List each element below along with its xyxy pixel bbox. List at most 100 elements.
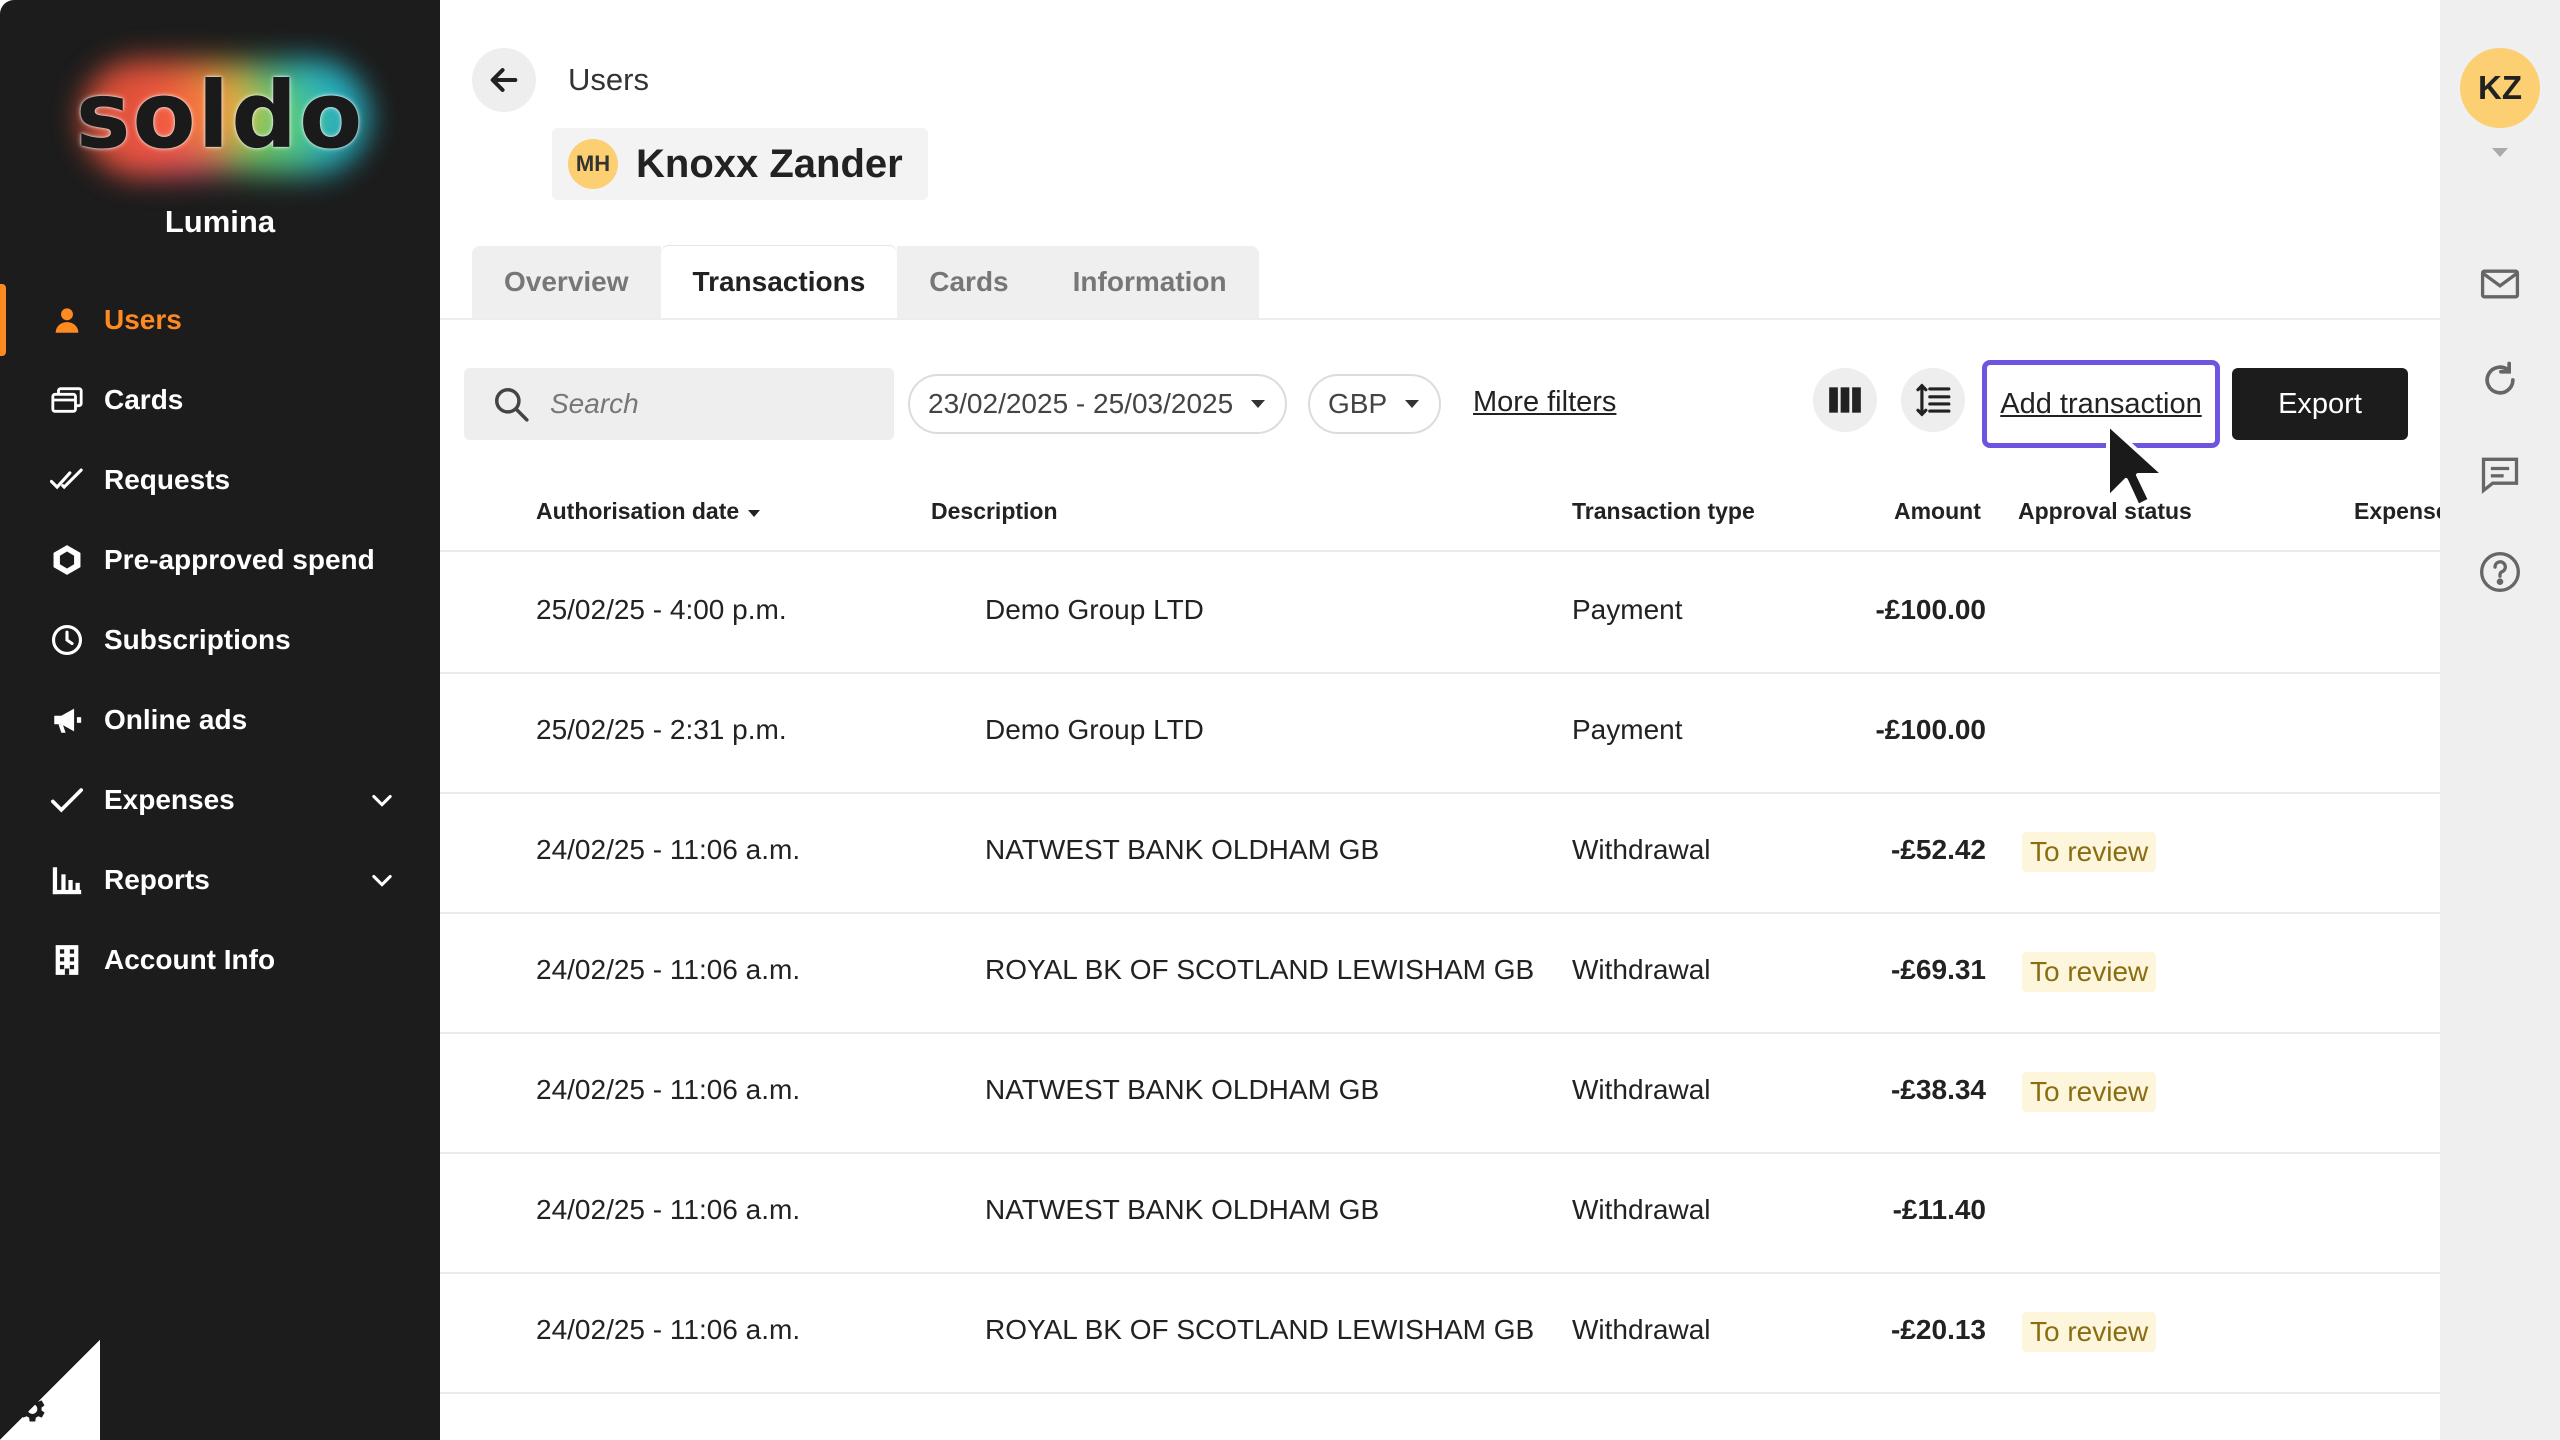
cell-amount: -£20.13 xyxy=(1891,1314,1986,1345)
cards-icon xyxy=(50,383,84,417)
gear-icon[interactable] xyxy=(14,1392,48,1426)
sort-caret-icon xyxy=(748,509,761,517)
right-rail xyxy=(2440,0,2560,1440)
cell-description: ROYAL BK OF SCOTLAND LEWISHAM GB xyxy=(985,1314,1535,1345)
date-range-value: 23/02/2025 - 25/03/2025 xyxy=(928,388,1234,419)
caret-down-icon[interactable] xyxy=(2490,146,2510,158)
tab-overview[interactable]: Overview xyxy=(472,246,661,318)
user-icon xyxy=(50,303,84,337)
row-divider xyxy=(440,912,2440,914)
cell-amount: -£11.40 xyxy=(1892,1194,1986,1225)
sidebar-item-requests[interactable]: Requests xyxy=(0,440,440,520)
column-header-label: Authorisation date xyxy=(536,498,740,524)
column-header-description[interactable]: Description xyxy=(931,498,1058,525)
row-divider xyxy=(440,672,2440,674)
row-divider xyxy=(440,1152,2440,1154)
cell-transaction-type: Withdrawal xyxy=(1572,834,1711,865)
cell-transaction-type: Payment xyxy=(1572,594,1683,625)
breadcrumb[interactable]: Users xyxy=(568,62,649,98)
column-header-amount[interactable]: Amount xyxy=(1894,498,1981,525)
cell-description: Demo Group LTD xyxy=(985,594,1204,625)
sidebar-item-pre-approved-spend[interactable]: Pre-approved spend xyxy=(0,520,440,600)
sidebar-item-cards[interactable]: Cards xyxy=(0,360,440,440)
megaphone-icon xyxy=(50,703,84,737)
cell-amount: -£69.31 xyxy=(1891,954,1986,985)
logo-text: soldo xyxy=(75,61,365,169)
page-title: Knoxx Zander xyxy=(636,141,903,186)
tab-cards[interactable]: Cards xyxy=(897,246,1041,318)
sidebar: soldo Lumina Users Cards Requests Pre-ap xyxy=(0,0,440,1440)
row-divider xyxy=(440,1392,2440,1394)
cell-authorisation-date: 24/02/25 - 11:06 a.m. xyxy=(536,1194,801,1225)
sidebar-item-label: Online ads xyxy=(104,704,248,735)
clock-icon xyxy=(50,623,84,657)
checkmark-icon xyxy=(50,783,84,817)
back-button[interactable] xyxy=(472,48,536,112)
cell-amount: -£100.00 xyxy=(1875,594,1986,625)
chevron-down-icon[interactable] xyxy=(368,786,396,814)
cell-amount: -£38.34 xyxy=(1891,1074,1986,1105)
sidebar-item-users[interactable]: Users xyxy=(0,280,440,360)
sidebar-item-expenses[interactable]: Expenses xyxy=(0,760,440,840)
cell-description: NATWEST BANK OLDHAM GB xyxy=(985,834,1380,865)
cell-amount: -£52.42 xyxy=(1891,834,1986,865)
cell-description: NATWEST BANK OLDHAM GB xyxy=(985,1194,1380,1225)
search-box[interactable] xyxy=(464,368,894,440)
export-button[interactable]: Export xyxy=(2232,368,2408,440)
search-input[interactable] xyxy=(550,388,870,420)
mail-icon[interactable] xyxy=(2478,262,2522,306)
soldo-logo[interactable]: soldo xyxy=(60,50,380,180)
cell-authorisation-date: 24/02/25 - 11:06 a.m. xyxy=(536,954,801,985)
cell-authorisation-date: 25/02/25 - 4:00 p.m. xyxy=(536,594,787,625)
columns-button[interactable] xyxy=(1813,368,1877,432)
status-badge: To review xyxy=(2022,832,2157,872)
sidebar-item-label: Subscriptions xyxy=(104,624,291,655)
caret-down-icon xyxy=(1405,400,1420,408)
column-header-authorisation-date[interactable]: Authorisation date xyxy=(536,498,761,525)
column-header-transaction-type[interactable]: Transaction type xyxy=(1572,498,1755,525)
arrow-left-icon xyxy=(490,68,518,92)
sidebar-item-label: Requests xyxy=(104,464,231,495)
density-button[interactable] xyxy=(1901,368,1965,432)
cell-transaction-type: Withdrawal xyxy=(1572,1314,1711,1345)
sidebar-item-label: Expenses xyxy=(104,784,235,815)
cell-authorisation-date: 24/02/25 - 11:06 a.m. xyxy=(536,1314,801,1345)
help-icon[interactable] xyxy=(2478,550,2522,594)
date-range-select[interactable]: 23/02/2025 - 25/03/2025 xyxy=(908,374,1288,434)
sidebar-item-label: Users xyxy=(104,304,182,335)
user-avatar: MH xyxy=(568,139,618,189)
tab-transactions[interactable]: Transactions xyxy=(660,246,898,318)
sidebar-item-subscriptions[interactable]: Subscriptions xyxy=(0,600,440,680)
currency-select[interactable]: GBP xyxy=(1308,374,1442,434)
cell-authorisation-date: 24/02/25 - 11:06 a.m. xyxy=(536,1074,801,1105)
cell-transaction-type: Withdrawal xyxy=(1572,1194,1711,1225)
chevron-down-icon[interactable] xyxy=(368,866,396,894)
search-icon xyxy=(495,388,529,422)
status-badge: To review xyxy=(2022,1072,2157,1112)
header-divider xyxy=(440,550,2440,552)
cell-transaction-type: Withdrawal xyxy=(1572,1074,1711,1105)
mouse-cursor-icon xyxy=(2106,422,2166,508)
tab-information[interactable]: Information xyxy=(1040,246,1259,318)
avatar[interactable]: KZ xyxy=(2460,48,2540,128)
currency-value: GBP xyxy=(1328,388,1388,419)
sidebar-item-account-info[interactable]: Account Info xyxy=(0,920,440,1000)
row-divider xyxy=(440,1032,2440,1034)
cell-amount: -£100.00 xyxy=(1875,714,1986,745)
user-chip: MH Knoxx Zander xyxy=(552,128,928,200)
cell-authorisation-date: 25/02/25 - 2:31 p.m. xyxy=(536,714,787,745)
chat-icon[interactable] xyxy=(2478,452,2522,496)
cell-transaction-type: Withdrawal xyxy=(1572,954,1711,985)
sidebar-item-label: Reports xyxy=(104,864,210,895)
bar-chart-icon xyxy=(50,863,84,897)
column-header-expense[interactable]: Expense xyxy=(2354,498,2440,525)
cell-transaction-type: Payment xyxy=(1572,714,1683,745)
sidebar-item-label: Pre-approved spend xyxy=(104,544,375,575)
double-check-icon xyxy=(50,463,84,497)
transactions-table: Authorisation date Description Transacti… xyxy=(440,0,2440,1440)
more-filters-link[interactable]: More filters xyxy=(1473,386,1616,419)
sidebar-item-online-ads[interactable]: Online ads xyxy=(0,680,440,760)
sidebar-item-reports[interactable]: Reports xyxy=(0,840,440,920)
refresh-icon[interactable] xyxy=(2478,358,2522,402)
cell-authorisation-date: 24/02/25 - 11:06 a.m. xyxy=(536,834,801,865)
